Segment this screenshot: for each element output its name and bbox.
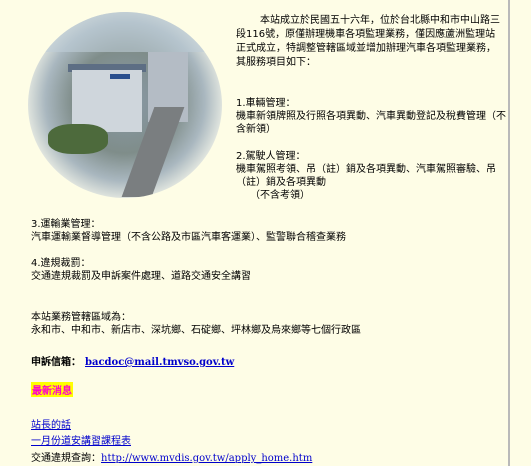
latest-news-heading: 最新消息 [31,382,73,397]
violation-query: 交通違規查詢：http://www.mvdis.gov.tw/apply_hom… [31,449,312,464]
service-text: 汽車運輸業督導管理（不含公路及市區汽車客運業）、監警聯合稽查業務 [31,232,346,243]
service-title: 4.違規裁罰： [31,258,91,269]
service-driver: 2.駕駛人管理： 機車駕照考領、吊（註）銷及各項異動、汽車駕照審驗、吊（註）銷及… [236,150,506,202]
jurisdiction-title: 本站業務管轄區域為： [31,312,131,323]
page-divider-line [508,0,510,466]
service-title: 1.車輛管理： [236,98,296,109]
complaint-mailbox: 申訴信箱： bacdoc@mail.tmvso.gov.tw [31,353,234,368]
station-photo [28,12,222,198]
service-text: 機車駕照考領、吊（註）銷及各項異動、汽車駕照審驗、吊（註）銷及各項異動 [236,164,496,188]
service-title: 3.運輸業管理： [31,219,101,230]
chief-words-link[interactable]: 站長的話 [31,416,71,431]
service-violation: 4.違規裁罰： 交通違規裁罰及申訴案件處理、道路交通安全講習 [31,257,501,283]
violation-query-link[interactable]: http://www.mvdis.gov.tw/apply_home.htm [101,453,312,464]
intro-paragraph: 本站成立於民國五十六年，位於台北縣中和市中山路三段116號，原僅辦理機車各項監理… [236,15,500,68]
violation-query-label: 交通違規查詢： [31,453,101,464]
service-text: （不含考領） [250,190,310,201]
jurisdiction-section: 本站業務管轄區域為： 永和市、中和市、新店市、深坑鄉、石碇鄉、坪林鄉及烏來鄉等七… [31,311,501,337]
service-text: 機車新領牌照及行照各項異動、汽車異動登記及稅費管理（不含新領） [236,111,506,135]
service-vehicle: 1.車輛管理： 機車新領牌照及行照各項異動、汽車異動登記及稅費管理（不含新領） [236,97,506,136]
service-title: 2.駕駛人管理： [236,151,306,162]
january-course-link[interactable]: 一月份道安講習課程表 [31,432,131,447]
service-transport: 3.運輸業管理： 汽車運輸業督導管理（不含公路及市區汽車客運業）、監警聯合稽查業… [31,218,501,244]
jurisdiction-text: 永和市、中和市、新店市、深坑鄉、石碇鄉、坪林鄉及烏來鄉等七個行政區 [31,325,361,336]
complaint-label: 申訴信箱： [31,357,81,368]
service-text: 交通違規裁罰及申訴案件處理、道路交通安全講習 [31,271,251,282]
complaint-email-link[interactable]: bacdoc@mail.tmvso.gov.tw [85,357,234,368]
